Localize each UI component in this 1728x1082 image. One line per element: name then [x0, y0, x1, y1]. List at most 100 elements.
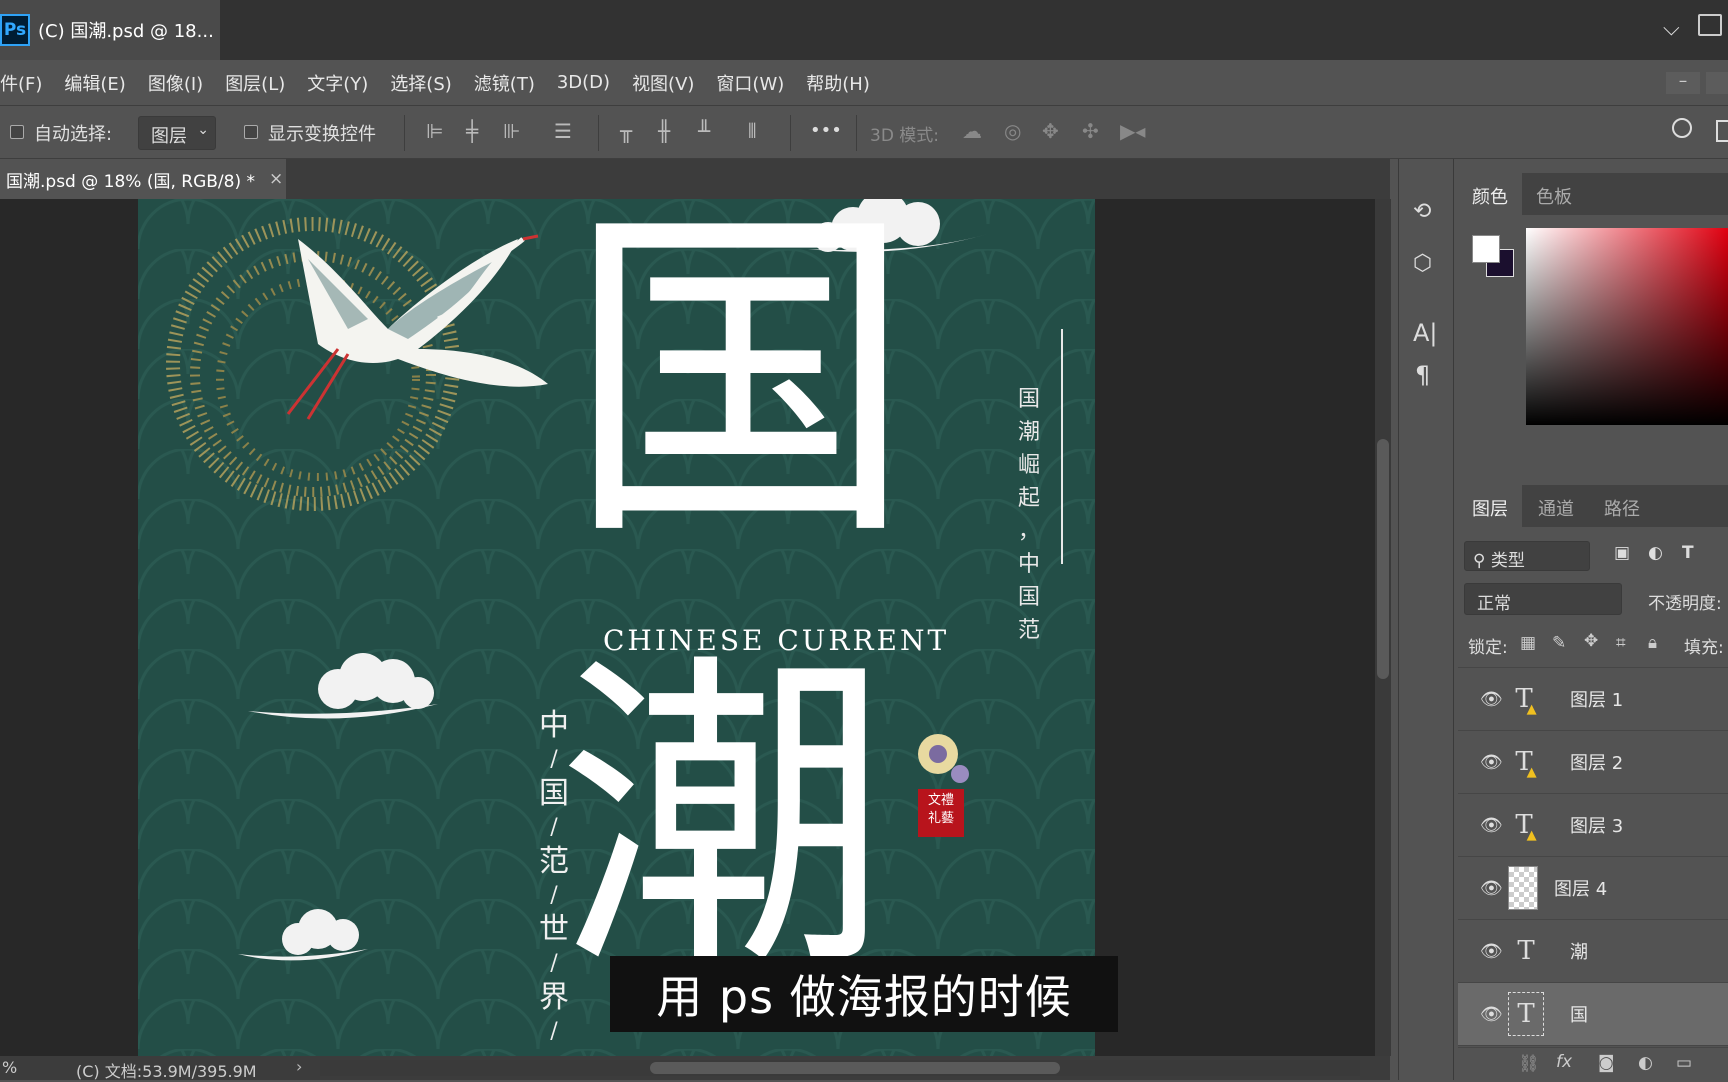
eye-icon[interactable]: 👁︎ [1480, 878, 1503, 899]
lock-position-icon[interactable]: ✥ [1584, 631, 1598, 651]
vertical-char: / [550, 951, 558, 976]
menu-type[interactable]: 文字(Y) [307, 70, 368, 96]
layers-footer: ⛓ fx ◙ ◐ ▭ [1458, 1047, 1728, 1080]
horizontal-scrollbar-thumb[interactable] [650, 1062, 1060, 1074]
eye-icon[interactable]: 👁︎ [1480, 941, 1503, 962]
workspace-icon[interactable] [1698, 14, 1722, 36]
document-window-tab[interactable]: Ps (C) 国潮.psd @ 18... [0, 0, 220, 60]
tab-channels[interactable]: 通道 [1538, 495, 1574, 521]
tab-color-label: 颜色 [1472, 187, 1508, 208]
seal-text: 文禮 礼藝 [927, 793, 954, 826]
tab-layers[interactable]: 图层 [1458, 485, 1522, 527]
vertical-char: ， [1017, 519, 1040, 544]
auto-select-checkbox[interactable] [10, 125, 24, 139]
character-panel-icon[interactable]: A| [1413, 319, 1438, 347]
arrange-documents-icon[interactable] [1716, 120, 1728, 142]
close-icon[interactable]: × [269, 169, 283, 189]
tab-paths[interactable]: 路径 [1604, 495, 1640, 521]
vertical-char: 世 [539, 912, 569, 947]
menu-3d[interactable]: 3D(D) [557, 72, 610, 93]
text-layer-icon: T [1508, 992, 1544, 1036]
align-right-icon[interactable]: ⊪ [503, 119, 520, 143]
color-picker-field[interactable] [1526, 228, 1728, 425]
zoom-level[interactable]: % [2, 1058, 17, 1077]
align-left-icon[interactable]: ⊫ [426, 119, 443, 143]
restore-button[interactable] [1706, 72, 1728, 94]
align-middle-icon[interactable]: ╫ [658, 119, 670, 143]
document-tab[interactable]: 国潮.psd @ 18% (国, RGB/8) * × [0, 159, 286, 199]
foreground-color-swatch[interactable] [1472, 235, 1500, 263]
vertical-scrollbar[interactable] [1375, 199, 1391, 1056]
align-center-icon[interactable]: ╪ [466, 119, 478, 143]
vertical-char: / [550, 815, 558, 840]
3d-roll-icon[interactable]: ◎ [1004, 119, 1021, 143]
align-top-icon[interactable]: ╥ [620, 119, 632, 143]
vertical-char: 中 [539, 708, 569, 743]
menu-window[interactable]: 窗口(W) [716, 70, 784, 96]
layer-row[interactable]: 👁︎ 图层 4 [1458, 857, 1728, 920]
lock-all-icon[interactable]: 🔒︎ [1648, 633, 1657, 653]
paragraph-panel-icon[interactable]: ¶ [1415, 361, 1430, 389]
poster-canvas[interactable]: 国 CHINESE CURRENT 潮 国 潮 崛 起 ， 中 国 范 中 / … [138, 199, 1095, 1056]
layer-row[interactable]: 👁︎ T 潮 [1458, 920, 1728, 983]
3d-pan-icon[interactable]: ✥ [1042, 119, 1059, 143]
search-icon[interactable] [1672, 118, 1692, 138]
menu-edit[interactable]: 编辑(E) [64, 70, 125, 96]
filter-image-icon[interactable]: ▣ [1614, 543, 1630, 563]
menu-layer[interactable]: 图层(L) [225, 70, 285, 96]
3d-camera-icon[interactable]: ▶◂ [1120, 119, 1145, 143]
lock-transparent-icon[interactable]: ▦ [1520, 633, 1536, 653]
layer-filter-dropdown[interactable]: ⚲ 类型 [1464, 541, 1590, 571]
menu-image[interactable]: 图像(I) [148, 70, 203, 96]
link-layers-icon[interactable]: ⛓ [1518, 1054, 1540, 1074]
history-icon[interactable]: ⟲ [1413, 199, 1431, 224]
fx-icon[interactable]: fx [1556, 1052, 1572, 1072]
layer-name: 图层 1 [1570, 690, 1624, 711]
3d-orbit-icon[interactable]: ☁ [962, 119, 982, 143]
eye-icon[interactable]: 👁︎ [1480, 752, 1503, 773]
layer-row-selected[interactable]: 👁︎ T 国 [1458, 983, 1728, 1046]
layer-row[interactable]: 👁︎ T ▲ 图层 3 [1458, 794, 1728, 857]
eye-icon[interactable]: 👁︎ [1480, 1004, 1503, 1025]
layer-filter-value: 类型 [1490, 551, 1525, 571]
align-bottom-icon[interactable]: ╨ [698, 119, 710, 143]
3d-mode-label: 3D 模式: [870, 126, 940, 146]
layers-list: 👁︎ T ▲ 图层 1 👁︎ T ▲ 图层 2 👁︎ T ▲ 图层 3 👁︎ 图层 4… [1458, 667, 1728, 1047]
3d-object-icon[interactable]: ⬡ [1413, 251, 1432, 276]
new-group-icon[interactable]: ▭ [1676, 1053, 1692, 1073]
menu-filter[interactable]: 滤镜(T) [474, 70, 535, 96]
adjustment-layer-icon[interactable]: ◐ [1638, 1053, 1653, 1073]
search-icon: ⚲ [1473, 551, 1491, 571]
menu-view[interactable]: 视图(V) [632, 70, 694, 96]
status-arrow-icon[interactable]: › [296, 1057, 302, 1076]
tab-color[interactable]: 颜色 [1458, 173, 1522, 215]
color-panel: 颜色 色板 [1458, 173, 1728, 483]
chevron-down-icon: ⌄ [197, 122, 209, 138]
lock-paint-icon[interactable]: ✎ [1552, 633, 1566, 653]
add-mask-icon[interactable]: ◙ [1598, 1053, 1615, 1073]
menu-select[interactable]: 选择(S) [390, 70, 451, 96]
filter-text-icon[interactable]: T [1682, 543, 1694, 563]
blend-mode-dropdown[interactable]: 正常 [1464, 583, 1622, 615]
menu-help[interactable]: 帮助(H) [806, 70, 870, 96]
more-options-button[interactable]: ••• [810, 120, 842, 141]
horizontal-scrollbar[interactable] [320, 1060, 1360, 1076]
eye-icon[interactable]: 👁︎ [1480, 815, 1503, 836]
distribute-icon[interactable]: ☰ [554, 119, 572, 143]
filter-adjustment-icon[interactable]: ◐ [1648, 543, 1663, 563]
distribute-horizontal-icon[interactable]: ⫴ [748, 119, 756, 143]
layer-row[interactable]: 👁︎ T ▲ 图层 2 [1458, 731, 1728, 794]
tab-swatches[interactable]: 色板 [1536, 183, 1572, 209]
menu-file[interactable]: 件(F) [0, 70, 42, 96]
lock-artboard-icon[interactable]: ⌗ [1616, 633, 1626, 653]
tab-layers-label: 图层 [1472, 499, 1508, 520]
layer-row[interactable]: 👁︎ T ▲ 图层 1 [1458, 668, 1728, 731]
auto-select-dropdown[interactable]: 图层 ⌄ [138, 116, 216, 150]
minimize-button[interactable]: – [1666, 72, 1700, 94]
chevron-down-icon[interactable]: ⌵ [1663, 16, 1680, 41]
eye-icon[interactable]: 👁︎ [1480, 689, 1503, 710]
show-transform-checkbox[interactable] [244, 125, 258, 139]
scrollbar-thumb[interactable] [1377, 439, 1389, 679]
3d-slide-icon[interactable]: ✣ [1082, 119, 1099, 143]
smart-object-thumbnail-icon [1508, 866, 1538, 910]
